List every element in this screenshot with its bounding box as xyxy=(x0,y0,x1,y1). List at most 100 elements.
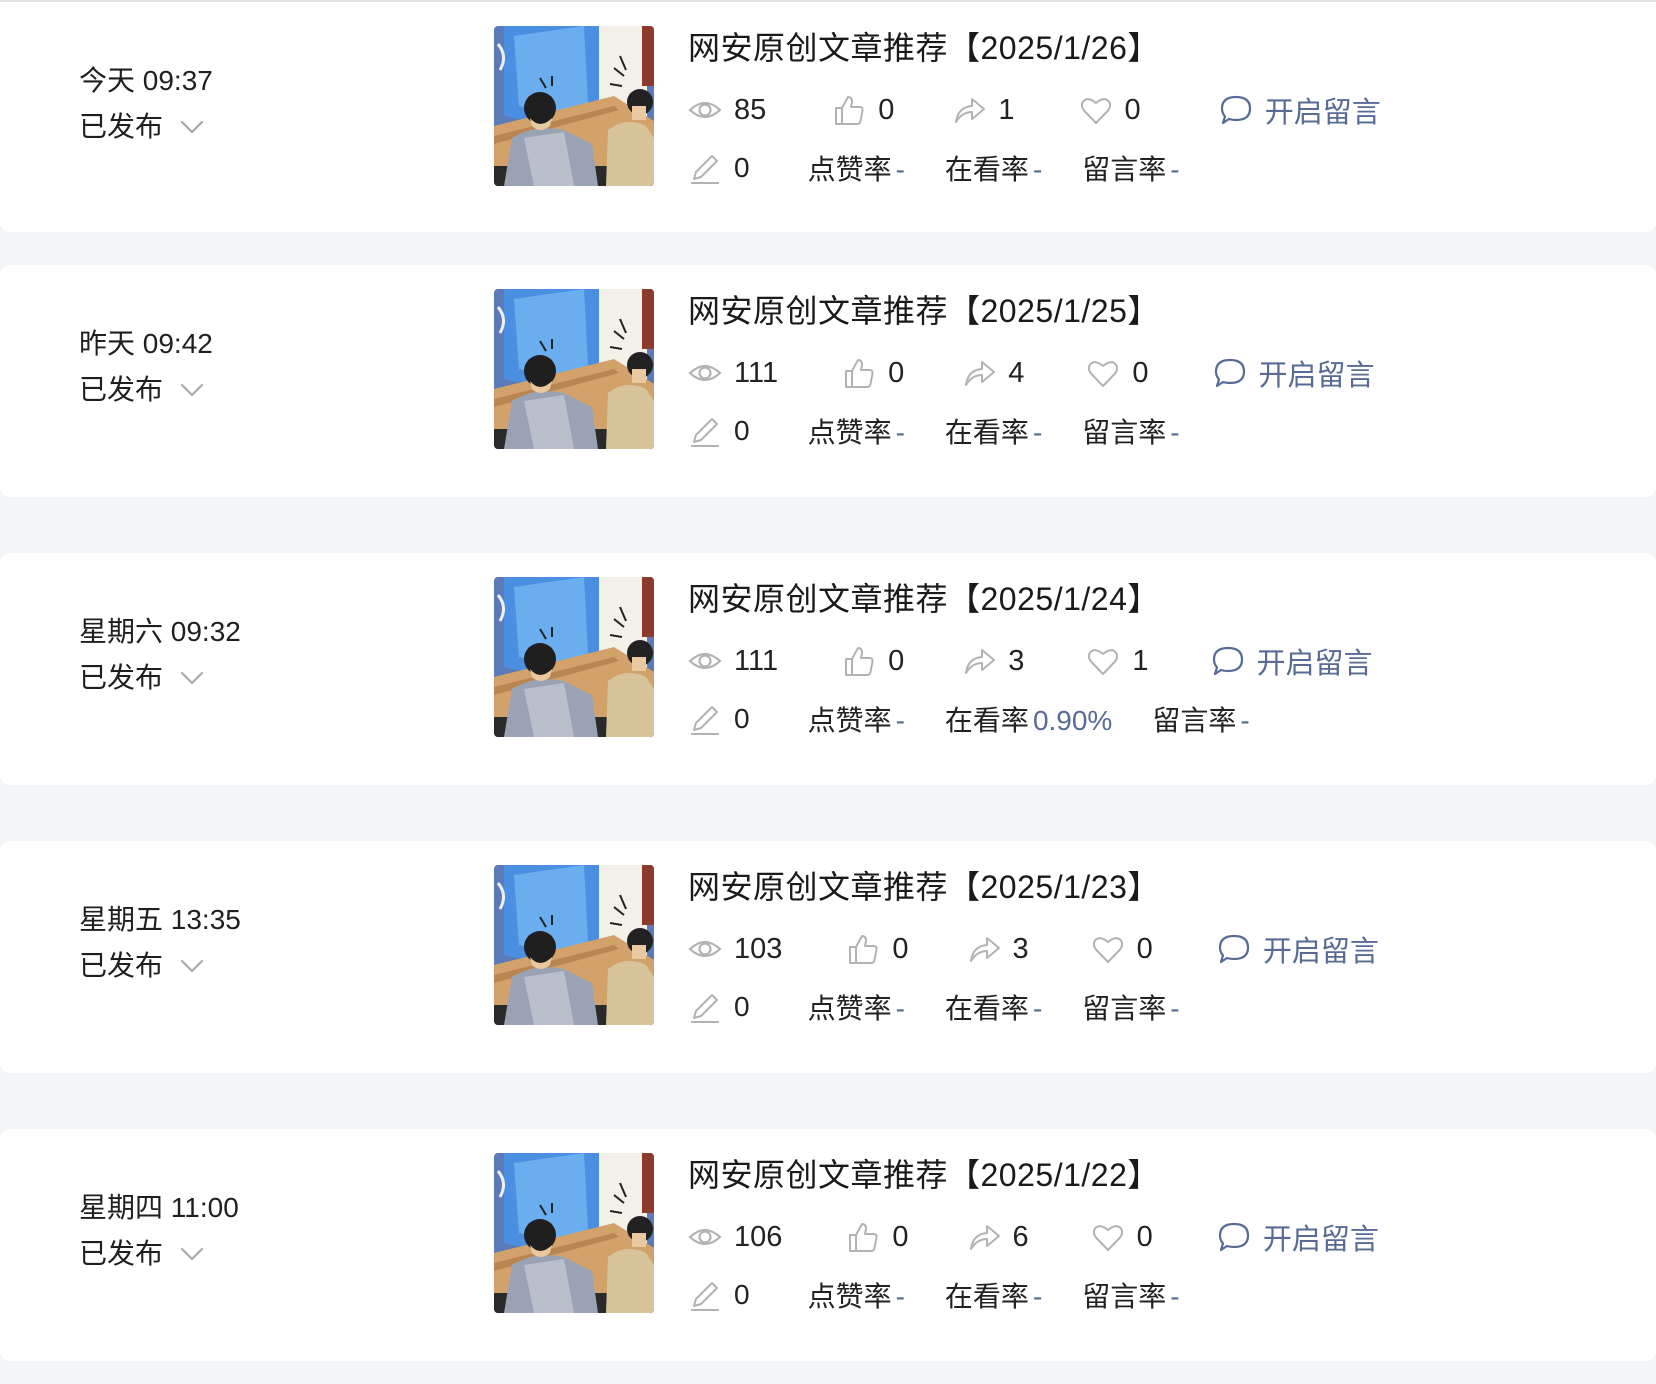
eye-icon xyxy=(688,652,722,670)
article-card: 星期四 11:00 已发布 网安原创文章推荐【2025/1/22】 106 0 … xyxy=(0,1129,1656,1361)
open-comments-button[interactable]: 开启留言 xyxy=(1211,640,1373,682)
likes-stat: 0 xyxy=(842,644,904,678)
chevron-down-icon xyxy=(180,671,204,685)
open-comments-label: 开启留言 xyxy=(1262,1224,1379,1256)
like-rate-value: - xyxy=(895,993,905,1024)
comment-rate-label: 留言率 xyxy=(1152,705,1237,736)
like-rate: 点赞率 - xyxy=(808,1275,905,1315)
publish-time: 星期五 13:35 xyxy=(79,904,241,935)
views-stat: 103 xyxy=(688,932,782,966)
comment-bubble-icon xyxy=(1218,1222,1249,1252)
article-title[interactable]: 网安原创文章推荐【2025/1/24】 xyxy=(688,575,1160,623)
views-stat: 85 xyxy=(688,93,766,127)
open-comments-label: 开启留言 xyxy=(1256,648,1373,680)
article-cover-image[interactable] xyxy=(494,289,654,449)
publish-status-dropdown[interactable]: 已发布 xyxy=(79,106,205,148)
publish-status-dropdown[interactable]: 已发布 xyxy=(79,1233,205,1275)
edits-stat: 0 xyxy=(688,1278,750,1312)
pencil-icon xyxy=(691,418,719,447)
views-stat: 111 xyxy=(688,356,778,390)
views-count: 111 xyxy=(734,356,779,389)
shares-stat: 6 xyxy=(967,1220,1029,1254)
views-count: 106 xyxy=(734,1220,783,1253)
article-cover-image[interactable] xyxy=(494,26,654,186)
cover-illustration xyxy=(494,289,654,449)
open-comments-button[interactable]: 开启留言 xyxy=(1213,352,1375,394)
shares-count: 1 xyxy=(998,93,1015,126)
article-title[interactable]: 网安原创文章推荐【2025/1/25】 xyxy=(688,287,1160,335)
publish-status-dropdown[interactable]: 已发布 xyxy=(79,945,205,987)
open-comments-button[interactable]: 开启留言 xyxy=(1217,928,1379,970)
eye-icon xyxy=(688,1228,722,1246)
comment-rate: 留言率 - xyxy=(1152,699,1249,739)
article-title[interactable]: 网安原创文章推荐【2025/1/22】 xyxy=(688,1151,1160,1199)
cover-illustration xyxy=(494,577,654,737)
like-rate-value: - xyxy=(895,417,905,448)
open-comments-button[interactable]: 开启留言 xyxy=(1219,89,1381,131)
views-count: 103 xyxy=(734,932,783,965)
comment-rate-value: - xyxy=(1240,705,1250,736)
comment-rate-label: 留言率 xyxy=(1082,993,1167,1024)
favorites-stat: 0 xyxy=(1079,93,1141,127)
shares-stat: 3 xyxy=(967,932,1029,966)
thumbs-up-icon xyxy=(845,359,874,388)
article-card: 星期六 09:32 已发布 网安原创文章推荐【2025/1/24】 111 0 … xyxy=(0,553,1656,785)
watch-rate: 在看率 - xyxy=(945,411,1042,451)
publish-time: 昨天 09:42 xyxy=(79,328,213,359)
comment-rate: 留言率 - xyxy=(1082,411,1179,451)
watch-rate: 在看率 - xyxy=(945,1275,1042,1315)
publish-time: 星期四 11:00 xyxy=(79,1192,239,1223)
stats-row: 103 0 3 0 开启留言 xyxy=(688,925,1379,973)
publish-status-dropdown[interactable]: 已发布 xyxy=(79,369,205,411)
share-arrow-icon xyxy=(965,361,996,386)
views-count: 111 xyxy=(734,644,779,677)
comment-rate-value: - xyxy=(1170,1281,1180,1312)
share-arrow-icon xyxy=(965,649,996,674)
cover-illustration xyxy=(494,865,654,1025)
chevron-down-icon xyxy=(180,1247,204,1261)
article-card: 今天 09:37 已发布 网安原创文章推荐【2025/1/26】 85 0 1 … xyxy=(0,0,1656,232)
edits-count: 0 xyxy=(734,415,750,446)
article-cover-image[interactable] xyxy=(494,1153,654,1313)
article-cover-image[interactable] xyxy=(494,865,654,1025)
comment-bubble-icon xyxy=(1214,358,1245,388)
open-comments-label: 开启留言 xyxy=(1264,97,1381,129)
like-rate-label: 点赞率 xyxy=(807,705,892,736)
comment-rate-value: - xyxy=(1170,417,1180,448)
edits-count: 0 xyxy=(734,1279,750,1310)
eye-icon xyxy=(688,364,722,382)
watch-rate-label: 在看率 xyxy=(944,1281,1029,1312)
favorites-stat: 0 xyxy=(1086,356,1149,390)
article-title[interactable]: 网安原创文章推荐【2025/1/23】 xyxy=(688,863,1160,911)
article-cover-image[interactable] xyxy=(494,577,654,737)
pencil-icon xyxy=(691,1282,719,1311)
watch-rate-value: - xyxy=(1032,417,1043,448)
likes-count: 0 xyxy=(892,932,909,965)
open-comments-button[interactable]: 开启留言 xyxy=(1217,1216,1379,1258)
edits-stat: 0 xyxy=(688,151,750,185)
chevron-down-icon xyxy=(180,959,204,973)
watch-rate-label: 在看率 xyxy=(944,417,1029,448)
publish-time: 星期六 09:32 xyxy=(79,616,241,647)
shares-count: 6 xyxy=(1012,1220,1029,1253)
comment-rate-value: - xyxy=(1170,993,1180,1024)
article-card: 星期五 13:35 已发布 网安原创文章推荐【2025/1/23】 103 0 … xyxy=(0,841,1656,1073)
heart-icon xyxy=(1088,649,1119,675)
watch-rate-value: - xyxy=(1032,154,1043,185)
comment-bubble-icon xyxy=(1220,95,1251,125)
publish-status-dropdown[interactable]: 已发布 xyxy=(79,657,205,699)
chevron-down-icon xyxy=(180,383,204,397)
likes-stat: 0 xyxy=(846,932,909,966)
article-title[interactable]: 网安原创文章推荐【2025/1/26】 xyxy=(688,24,1160,72)
thumbs-up-icon xyxy=(849,935,878,964)
watch-rate-label: 在看率 xyxy=(944,993,1029,1024)
stats-row: 111 0 3 1 开启留言 xyxy=(688,637,1373,685)
like-rate: 点赞率 - xyxy=(808,411,905,451)
thumbs-up-icon xyxy=(849,1223,878,1252)
publish-time: 今天 09:37 xyxy=(79,65,213,96)
watch-rate-label: 在看率 xyxy=(944,705,1029,736)
comment-rate-label: 留言率 xyxy=(1082,417,1167,448)
comment-rate: 留言率 - xyxy=(1082,1275,1179,1315)
watch-rate-value: - xyxy=(1032,993,1043,1024)
watch-rate: 在看率 - xyxy=(945,148,1042,188)
